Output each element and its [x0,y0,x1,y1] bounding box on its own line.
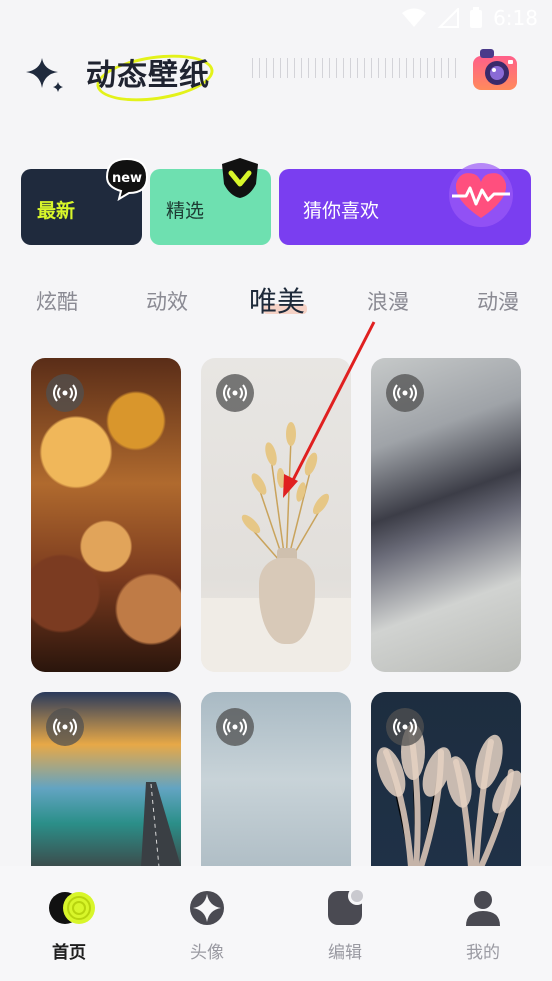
new-badge-text: new [112,171,142,186]
tab-anime[interactable]: 动漫 [477,286,519,316]
shield-check-icon [222,158,258,198]
nav-avatar-label: 头像 [190,943,224,963]
status-bar: 6:18 [0,0,552,36]
nav-profile[interactable]: 我的 [443,886,523,963]
nav-edit[interactable]: 编辑 [305,886,385,963]
tab-bar: 炫酷 动效 唯美 浪漫 动漫 [0,278,552,322]
wallpaper-card-pampas[interactable] [371,692,521,867]
wallpaper-card-crowd[interactable] [31,358,181,672]
tab-effects[interactable]: 动效 [146,286,188,316]
tab-beautiful[interactable]: 唯美 [249,280,305,320]
live-wallpaper-icon [216,708,254,746]
live-wallpaper-icon [216,374,254,412]
profile-icon [461,886,505,930]
battery-icon [470,7,483,28]
nav-profile-label: 我的 [466,943,500,963]
app-title-wrap: 动态壁纸 [86,48,217,108]
category-latest[interactable]: 最新 new [21,157,149,245]
camera-icon[interactable] [470,44,520,94]
avatar-icon [185,886,229,930]
wallpaper-card-vase[interactable] [201,358,351,672]
wifi-icon [402,8,427,27]
wallpaper-card-abstract[interactable] [371,358,521,672]
live-wallpaper-icon [386,708,424,746]
dried-flowers [241,422,330,568]
wallpaper-card-bridge[interactable] [31,692,181,867]
category-selected-label: 精选 [166,200,205,222]
category-guess-label: 猜你喜欢 [303,200,380,222]
nav-avatar[interactable]: 头像 [167,886,247,963]
tab-cool[interactable]: 炫酷 [36,286,78,316]
home-icon [47,886,95,930]
nav-edit-label: 编辑 [328,943,362,963]
category-latest-label: 最新 [37,200,76,222]
live-wallpaper-icon [46,708,84,746]
new-badge-icon: new [105,157,149,201]
app-title: 动态壁纸 [86,58,210,93]
edit-icon [323,886,367,930]
nav-home[interactable]: 首页 [29,886,109,963]
wallpaper-card-snow[interactable] [201,692,351,867]
header: 动态壁纸 [0,40,552,110]
live-wallpaper-icon [386,374,424,412]
nav-home-label: 首页 [52,943,86,963]
heart-icon [449,163,513,227]
bottom-navigation: 首页 头像 编辑 我的 [0,866,552,981]
live-wallpaper-icon [46,374,84,412]
sparkle-icon [26,58,63,92]
tab-romantic[interactable]: 浪漫 [367,286,409,316]
signal-icon [437,8,460,28]
status-time: 6:18 [493,6,538,30]
decorative-ruler [252,58,462,78]
